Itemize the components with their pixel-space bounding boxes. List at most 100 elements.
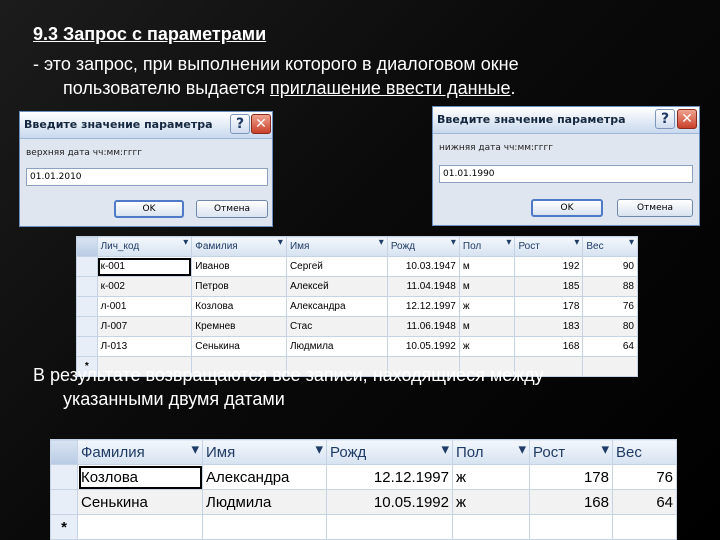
column-header[interactable]: Фамилия ▾ [77, 439, 203, 465]
table-cell[interactable]: 12.12.1997 [386, 296, 460, 317]
column-header[interactable]: Фамилия ▾ [191, 236, 287, 257]
table-cell[interactable]: 11.04.1948 [386, 276, 460, 297]
table-cell[interactable]: 10.05.1992 [326, 489, 453, 515]
table-cell[interactable] [77, 514, 203, 540]
row-selector[interactable] [50, 464, 78, 490]
row-selector[interactable] [76, 336, 98, 357]
cancel-button[interactable]: Отмена [196, 200, 268, 218]
table-cell[interactable]: Иванов [191, 256, 287, 277]
table-cell[interactable]: 12.12.1997 [326, 464, 453, 490]
table-cell[interactable]: Козлова [77, 464, 203, 490]
table-cell[interactable]: Кремнев [191, 316, 287, 337]
column-header[interactable]: Вес ▾ [582, 236, 638, 257]
table-row[interactable]: Л-007 Кремнев Стас 11.06.1948 м 183 80 [76, 316, 638, 337]
table-cell[interactable]: Л-013 [96, 336, 193, 357]
table-cell[interactable]: Людмила [285, 336, 388, 357]
select-all-cell[interactable] [76, 236, 98, 257]
table-cell[interactable]: 168 [529, 489, 613, 515]
ok-button[interactable]: OK [531, 199, 603, 217]
table-cell[interactable]: 11.06.1948 [386, 316, 460, 337]
table-cell[interactable]: Александра [285, 296, 388, 317]
table-cell[interactable]: 64 [612, 489, 677, 515]
row-selector[interactable] [76, 316, 98, 337]
table-cell[interactable]: 64 [582, 336, 638, 357]
ok-button[interactable]: OK [114, 200, 184, 218]
table-cell[interactable]: м [458, 256, 516, 277]
table-cell[interactable]: к-002 [96, 276, 193, 297]
dropdown-icon[interactable]: ▾ [451, 238, 456, 249]
table-cell[interactable]: Александра [202, 464, 327, 490]
table-cell[interactable]: 90 [582, 256, 638, 277]
column-header[interactable]: Имя ▾ [202, 439, 327, 465]
row-selector[interactable] [76, 276, 98, 297]
table-row[interactable]: к-002 Петров Алексей 11.04.1948 м 185 88 [76, 276, 638, 297]
dropdown-icon[interactable]: ▾ [518, 441, 526, 458]
select-all-cell[interactable] [50, 439, 78, 465]
table-cell[interactable]: ж [458, 336, 516, 357]
table-cell[interactable]: м [458, 276, 516, 297]
column-header[interactable]: Рожд ▾ [386, 236, 460, 257]
help-icon[interactable]: ? [655, 109, 675, 129]
table-cell[interactable]: 178 [529, 464, 613, 490]
table-cell[interactable]: 88 [582, 276, 638, 297]
dropdown-icon[interactable]: ▾ [183, 238, 188, 249]
table-cell[interactable]: 178 [514, 296, 584, 317]
help-icon[interactable]: ? [230, 114, 250, 134]
dropdown-icon[interactable]: ▾ [191, 441, 199, 458]
row-selector[interactable] [76, 296, 98, 317]
table-cell[interactable] [202, 514, 327, 540]
table-cell[interactable]: Алексей [285, 276, 388, 297]
column-header[interactable]: Рожд ▾ [326, 439, 453, 465]
table-cell[interactable]: 10.05.1992 [386, 336, 460, 357]
close-icon[interactable]: ✕ [677, 109, 697, 129]
table-cell[interactable]: 185 [514, 276, 584, 297]
dropdown-icon[interactable]: ▾ [441, 441, 449, 458]
column-header[interactable]: Лич_код ▾ [96, 236, 193, 257]
parameter-value-input[interactable]: 01.01.2010 [26, 168, 268, 186]
close-icon[interactable]: ✕ [251, 114, 271, 134]
table-cell[interactable]: 10.03.1947 [386, 256, 460, 277]
table-cell[interactable]: ж [452, 489, 530, 515]
column-header[interactable]: Пол ▾ [452, 439, 530, 465]
table-cell[interactable]: Сенькина [191, 336, 287, 357]
table-cell[interactable]: Л-007 [96, 316, 193, 337]
table-cell[interactable]: 76 [582, 296, 638, 317]
column-header[interactable]: Вес [612, 439, 677, 465]
table-cell[interactable]: 168 [514, 336, 584, 357]
table-row[interactable]: Л-013 Сенькина Людмила 10.05.1992 ж 168 … [76, 336, 638, 357]
dropdown-icon[interactable]: ▾ [506, 238, 511, 249]
table-row[interactable]: Сенькина Людмила 10.05.1992 ж 168 64 [50, 489, 677, 515]
column-header[interactable]: Рост ▾ [514, 236, 584, 257]
table-cell[interactable]: л-001 [96, 296, 193, 317]
table-row[interactable]: Козлова Александра 12.12.1997 ж 178 76 [50, 464, 677, 490]
row-selector[interactable] [76, 256, 98, 277]
column-header[interactable]: Рост ▾ [529, 439, 613, 465]
table-cell[interactable]: 80 [582, 316, 638, 337]
table-cell[interactable]: 183 [514, 316, 584, 337]
new-record-row[interactable]: * [50, 514, 677, 540]
table-cell[interactable]: м [458, 316, 516, 337]
table-cell[interactable]: ж [458, 296, 516, 317]
table-row[interactable]: л-001 Козлова Александра 12.12.1997 ж 17… [76, 296, 638, 317]
table-cell[interactable] [529, 514, 613, 540]
parameter-value-input[interactable]: 01.01.1990 [439, 165, 693, 183]
table-cell[interactable]: Людмила [202, 489, 327, 515]
table-row[interactable]: к-001 Иванов Сергей 10.03.1947 м 192 90 [76, 256, 638, 277]
table-cell[interactable]: 192 [514, 256, 584, 277]
dropdown-icon[interactable]: ▾ [629, 238, 634, 249]
table-cell[interactable]: ж [452, 464, 530, 490]
dropdown-icon[interactable]: ▾ [574, 238, 579, 249]
column-header[interactable]: Пол ▾ [458, 236, 516, 257]
table-cell[interactable]: Козлова [191, 296, 287, 317]
row-selector[interactable] [50, 489, 78, 515]
dropdown-icon[interactable]: ▾ [278, 238, 283, 249]
dropdown-icon[interactable]: ▾ [379, 238, 384, 249]
table-cell[interactable]: Стас [285, 316, 388, 337]
table-cell[interactable] [452, 514, 530, 540]
table-cell[interactable]: Петров [191, 276, 287, 297]
table-cell[interactable]: Сергей [285, 256, 388, 277]
table-cell[interactable]: 76 [612, 464, 677, 490]
dropdown-icon[interactable]: ▾ [601, 441, 609, 458]
table-cell[interactable]: Сенькина [77, 489, 203, 515]
column-header[interactable]: Имя ▾ [285, 236, 388, 257]
